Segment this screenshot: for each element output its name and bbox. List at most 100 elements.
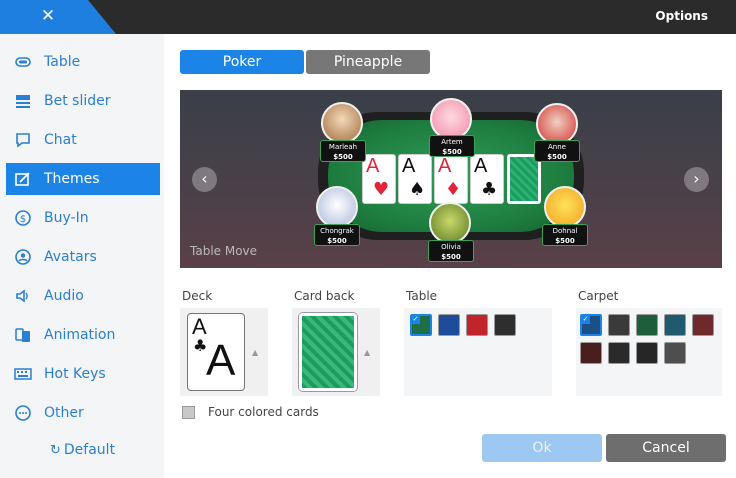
hot-keys-icon [14, 365, 32, 383]
carpet-swatch[interactable] [608, 342, 630, 364]
close-tab[interactable] [0, 0, 116, 34]
check-icon: ✓ [411, 315, 420, 324]
player-avatar [536, 103, 578, 145]
sidebar: Table Bet slider Chat Themes $ Buy-In Av… [0, 34, 164, 478]
carpet-swatch[interactable] [636, 314, 658, 336]
preview-caption: Table Move [190, 244, 258, 258]
player-tag: Dohnal $500 [542, 224, 588, 246]
options-window: ✕ Options Table Bet slider Chat Themes $… [0, 0, 736, 478]
audio-icon [14, 287, 32, 305]
carpet-swatch[interactable] [664, 342, 686, 364]
tab-poker[interactable]: Poker [180, 50, 304, 74]
sidebar-item-hot-keys[interactable]: Hot Keys [6, 358, 160, 390]
sidebar-item-label: Animation [44, 327, 116, 343]
card-suit: ♥ [373, 179, 390, 200]
card-back-selector[interactable]: ▲ [292, 308, 380, 396]
table-color-label: Table [406, 289, 438, 303]
table-icon [14, 53, 32, 71]
cancel-button[interactable]: Cancel [606, 434, 726, 462]
next-arrow-icon[interactable]: › [684, 167, 709, 192]
sidebar-item-label: Buy-In [44, 210, 89, 226]
player-stack: $500 [441, 253, 461, 261]
prev-arrow-icon[interactable]: ‹ [192, 167, 217, 192]
carpet-swatch[interactable]: ✓ [580, 314, 602, 336]
check-icon: ✓ [581, 315, 590, 324]
table-swatch[interactable]: ✓ [410, 314, 432, 336]
player-name: Artem [441, 138, 463, 146]
sidebar-item-other[interactable]: Other [6, 397, 160, 429]
carpet-color-label: Carpet [578, 289, 619, 303]
sidebar-item-bet-slider[interactable]: Bet slider [6, 85, 160, 117]
player-name: Chongrak [320, 227, 354, 235]
animation-icon [14, 326, 32, 344]
carpet-swatch[interactable] [636, 342, 658, 364]
carpet-swatch[interactable] [608, 314, 630, 336]
four-colored-cards-checkbox[interactable] [182, 406, 195, 419]
player-stack: $500 [547, 153, 567, 161]
card-suit: ♠ [409, 179, 426, 200]
player-name: Dohnal [552, 227, 578, 235]
deck-selector[interactable]: A ♣ A ▲ [180, 308, 268, 396]
sidebar-item-label: Avatars [44, 249, 97, 265]
sidebar-item-audio[interactable]: Audio [6, 280, 160, 312]
deck-card-big-rank: A [206, 336, 236, 385]
player-avatar [430, 98, 472, 140]
sidebar-item-avatars[interactable]: Avatars [6, 241, 160, 273]
default-button[interactable]: ↻ Default [50, 442, 115, 458]
player-stack: $500 [555, 237, 575, 245]
carpet-swatch[interactable] [664, 314, 686, 336]
sidebar-item-label: Themes [44, 171, 100, 187]
reset-icon: ↻ [50, 442, 61, 458]
window-title: Options [655, 9, 708, 23]
ok-button[interactable]: Ok [482, 434, 602, 462]
player-stack: $500 [333, 153, 353, 161]
tab-pineapple[interactable]: Pineapple [306, 50, 430, 74]
card-rank: A [366, 155, 380, 177]
card-back-label: Card back [294, 289, 355, 303]
table-swatch[interactable] [494, 314, 516, 336]
player-stack: $500 [327, 237, 347, 245]
sidebar-item-label: Hot Keys [44, 366, 106, 382]
player-name: Anne [548, 143, 566, 151]
dropdown-arrow-icon[interactable]: ▲ [364, 348, 370, 357]
dropdown-arrow-icon[interactable]: ▲ [252, 348, 258, 357]
buy-in-icon: $ [14, 209, 32, 227]
player-tag: Olivia $500 [428, 240, 474, 262]
player-tag: Chongrak $500 [314, 224, 360, 246]
close-icon[interactable]: ✕ [38, 6, 58, 26]
table-swatch[interactable] [466, 314, 488, 336]
board-card: A ♦ [434, 154, 468, 204]
card-rank: A [438, 155, 452, 177]
chat-icon [14, 131, 32, 149]
carpet-swatch[interactable] [580, 342, 602, 364]
table-swatch[interactable] [438, 314, 460, 336]
player-name: Marleah [328, 143, 358, 151]
sidebar-item-animation[interactable]: Animation [6, 319, 160, 351]
carpet-swatch[interactable] [692, 314, 714, 336]
sidebar-item-label: Bet slider [44, 93, 111, 109]
sidebar-item-label: Chat [44, 132, 77, 148]
player-stack: $500 [442, 148, 462, 156]
board-card: A ♣ [470, 154, 504, 204]
sidebar-item-chat[interactable]: Chat [6, 124, 160, 156]
other-icon [14, 404, 32, 422]
sidebar-item-table[interactable]: Table [6, 46, 160, 78]
player-tag: Marleah $500 [320, 140, 366, 162]
board-card: A ♠ [398, 154, 432, 204]
player-avatar [544, 186, 586, 228]
sidebar-item-themes[interactable]: Themes [6, 163, 160, 195]
table-color-panel: ✓ [404, 308, 552, 396]
themes-icon [14, 170, 32, 188]
player-avatar [321, 102, 363, 144]
deck-preview-card: A ♣ A [187, 313, 245, 391]
sidebar-item-buy-in[interactable]: $ Buy-In [6, 202, 160, 234]
default-label: Default [63, 442, 116, 458]
player-avatar [316, 186, 358, 228]
board-card: A ♥ [362, 154, 396, 204]
deck-label: Deck [182, 289, 213, 303]
sidebar-item-label: Table [44, 54, 81, 70]
card-suit: ♦ [445, 179, 462, 200]
title-bar: ✕ Options [0, 0, 736, 34]
avatars-icon [14, 248, 32, 266]
four-colored-cards-label: Four colored cards [208, 405, 319, 419]
